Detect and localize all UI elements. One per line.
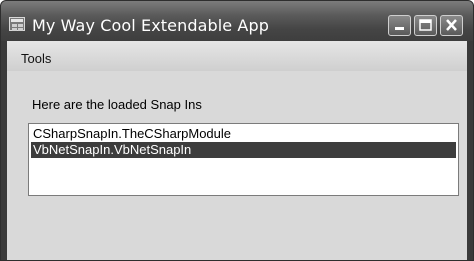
application-icon[interactable] [9, 17, 25, 31]
minimize-button[interactable] [388, 15, 411, 36]
menu-tools[interactable]: Tools [17, 51, 55, 66]
snapins-label: Here are the loaded Snap Ins [32, 97, 202, 112]
window-body: Tools Here are the loaded Snap Ins CShar… [7, 41, 467, 260]
window-title: My Way Cool Extendable App [32, 16, 269, 35]
maximize-button[interactable] [414, 15, 437, 36]
app-window: My Way Cool Extendable App Tools Here ar… [0, 0, 474, 261]
minimize-icon [395, 27, 404, 30]
client-area: Here are the loaded Snap Ins CSharpSnapI… [7, 71, 467, 260]
list-item[interactable]: CSharpSnapIn.TheCSharpModule [31, 126, 456, 142]
close-icon [446, 19, 457, 31]
list-item-selected[interactable]: VbNetSnapIn.VbNetSnapIn [31, 142, 456, 158]
snapins-listbox[interactable]: CSharpSnapIn.TheCSharpModule VbNetSnapIn… [28, 123, 459, 196]
menu-bar: Tools [7, 41, 467, 71]
close-button[interactable] [440, 15, 463, 36]
maximize-icon [419, 19, 432, 31]
title-bar[interactable]: My Way Cool Extendable App [1, 1, 473, 41]
